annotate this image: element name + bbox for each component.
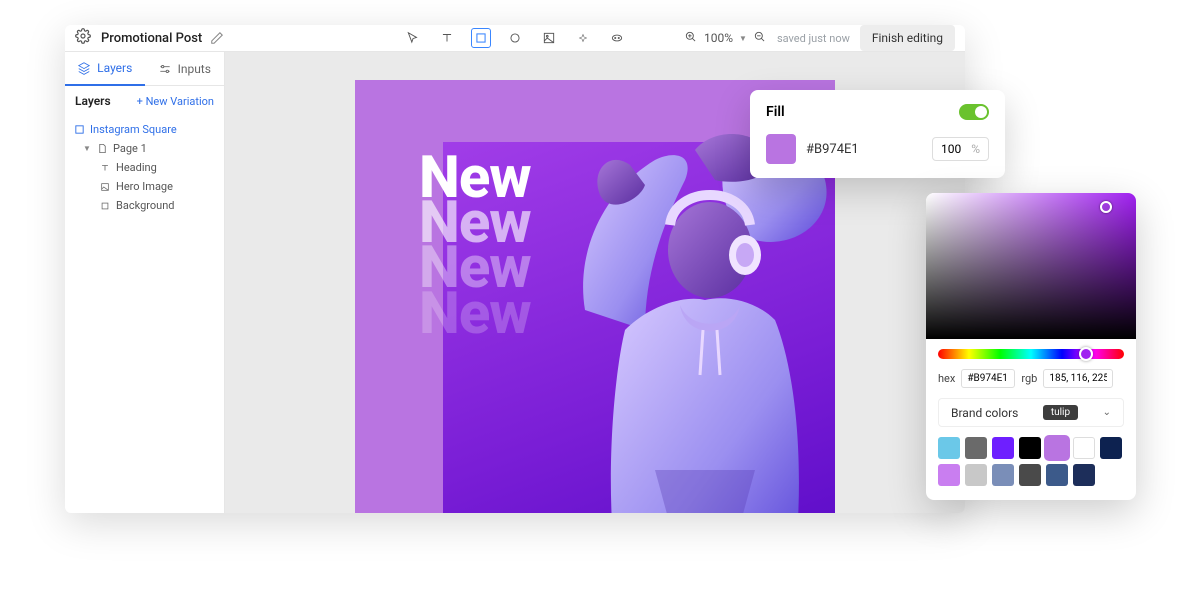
layers-icon [77,61,91,75]
hue-slider[interactable] [938,349,1124,359]
tab-inputs-label: Inputs [178,62,211,76]
text-layer-icon [99,162,111,174]
brand-colors-dropdown[interactable]: Brand colors tulip ⌄ [938,398,1124,427]
circle-tool-icon[interactable] [505,28,525,48]
fill-hex-value[interactable]: #B974E1 [806,142,922,157]
pen-tool-icon[interactable] [573,28,593,48]
new-variation-button[interactable]: + New Variation [137,95,214,108]
swatch-color[interactable] [1100,437,1122,459]
finish-editing-button[interactable]: Finish editing [860,25,955,51]
brand-colors-label: Brand colors [951,406,1018,420]
swatch-color[interactable] [1073,437,1095,459]
save-status: saved just now [777,32,850,45]
swatch-color[interactable] [965,464,987,486]
caret-down-icon: ▼ [83,144,91,153]
image-layer-icon [99,181,111,193]
hue-handle[interactable] [1079,347,1093,361]
zoom-in-icon[interactable] [684,30,698,47]
hex-input[interactable] [961,369,1015,388]
settings-gear-icon[interactable] [75,28,91,48]
swatch-color[interactable] [1019,464,1041,486]
swatch-color[interactable] [992,437,1014,459]
color-picker-panel: hex rgb Brand colors tulip ⌄ [926,193,1136,500]
swatch-color-selected[interactable] [1046,437,1068,459]
swatch-color[interactable] [938,464,960,486]
fill-panel-title: Fill [766,104,785,120]
hero-image[interactable] [535,130,845,513]
satval-handle[interactable] [1100,201,1112,213]
tool-palette [403,28,627,48]
swatch-color[interactable] [1019,437,1041,459]
document-title-text: Promotional Post [101,31,202,46]
zoom-level[interactable]: 100% [704,31,733,45]
layer-heading[interactable]: Heading [71,158,218,177]
saturation-value-field[interactable] [926,193,1136,339]
fill-toggle[interactable] [959,104,989,120]
document-title[interactable]: Promotional Post [101,31,224,46]
layers-panel-title: Layers [75,94,111,108]
rgb-label: rgb [1021,372,1037,385]
tab-layers[interactable]: Layers [65,52,145,86]
tab-inputs[interactable]: Inputs [145,52,225,86]
swatch-color[interactable] [992,464,1014,486]
swatch-color[interactable] [1046,464,1068,486]
fill-swatch[interactable] [766,134,796,164]
layer-hero-image[interactable]: Hero Image [71,177,218,196]
zoom-out-icon[interactable] [753,30,767,47]
artboard-icon [73,124,85,136]
brand-selected-chip: tulip [1043,405,1078,420]
swatch-color[interactable] [938,437,960,459]
layer-page[interactable]: ▼ Page 1 [71,139,218,158]
edit-pencil-icon [210,31,224,45]
fill-opacity-input[interactable]: 100 % [932,137,989,161]
chevron-down-icon[interactable]: ▼ [739,34,747,43]
image-tool-icon[interactable] [539,28,559,48]
swatch-color[interactable] [965,437,987,459]
sliders-icon [158,62,172,76]
swatch-color[interactable] [1073,464,1095,486]
text-tool-icon[interactable] [437,28,457,48]
brand-swatch-grid [926,427,1136,500]
layer-tree: Instagram Square ▼ Page 1 Heading Hero I… [65,116,224,219]
sidebar: Layers Inputs Layers + New Variation Ins… [65,52,225,513]
layer-artboard[interactable]: Instagram Square [71,120,218,139]
rect-layer-icon [99,200,111,212]
tab-layers-label: Layers [97,61,132,75]
fill-panel: Fill #B974E1 100 % [750,90,1005,178]
rectangle-tool-icon[interactable] [471,28,491,48]
chevron-down-icon: ⌄ [1103,407,1111,418]
layer-background[interactable]: Background [71,196,218,215]
mask-tool-icon[interactable] [607,28,627,48]
zoom-controls: 100% ▼ [684,30,767,47]
heading-text[interactable]: New New New New [419,156,531,337]
hex-label: hex [938,372,955,385]
topbar: Promotional Post 100% ▼ saved just now F… [65,25,965,52]
pointer-tool-icon[interactable] [403,28,423,48]
page-icon [96,143,108,155]
rgb-input[interactable] [1043,369,1113,388]
